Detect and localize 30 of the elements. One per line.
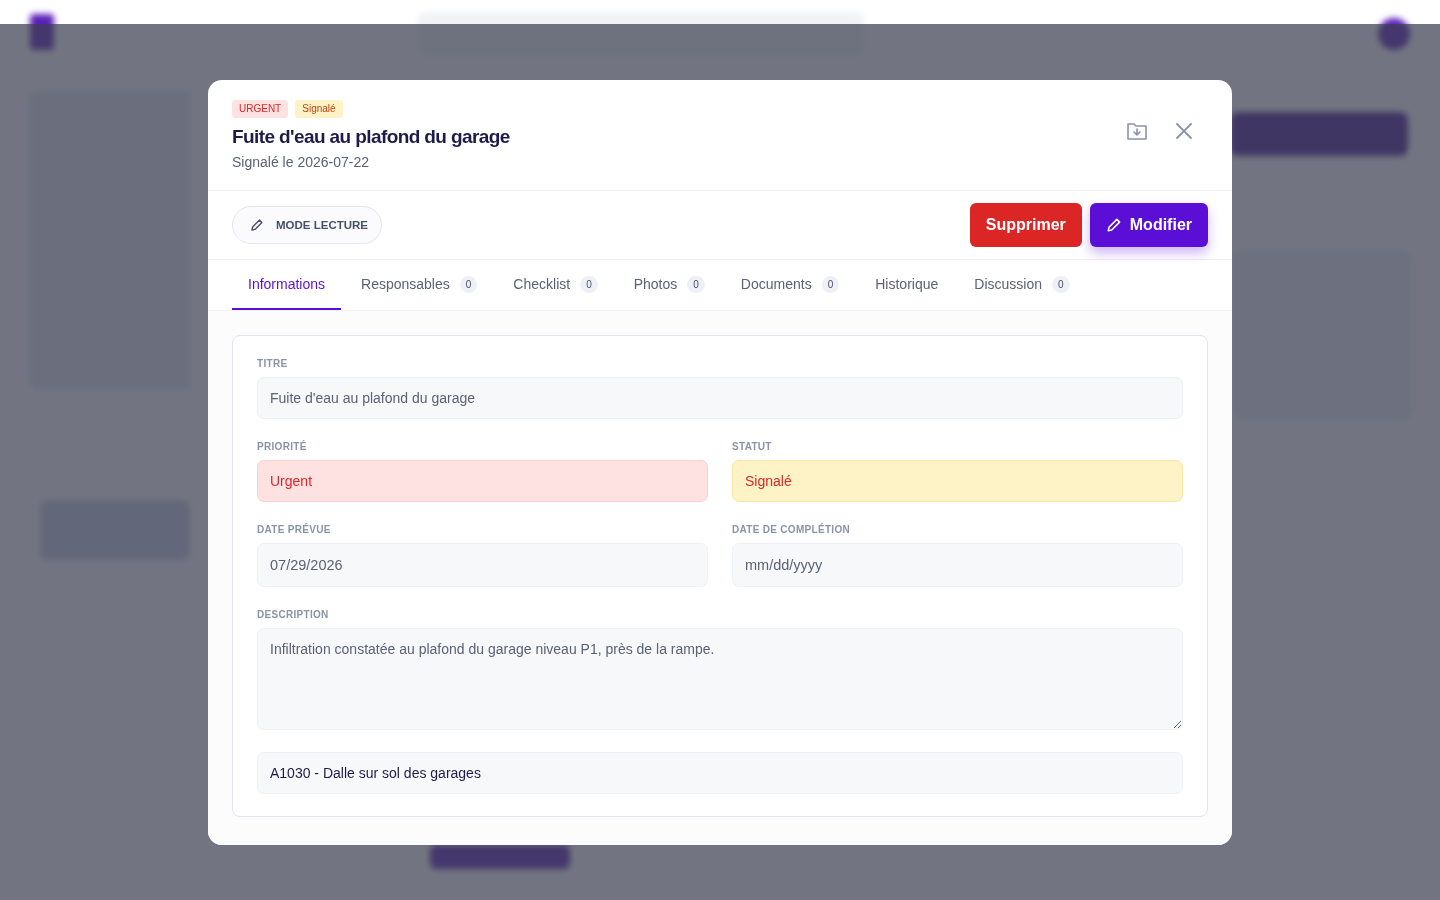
- pencil-icon: [1105, 217, 1122, 233]
- tab[interactable]: Documents 0: [724, 260, 856, 310]
- modal-subtitle: Signalé le 2026-07-22: [232, 154, 370, 170]
- field-label: DESCRIPTION: [257, 609, 330, 620]
- date-field[interactable]: 07/29/2026: [257, 543, 708, 587]
- date-field[interactable]: mm/dd/yyyy: [732, 543, 1183, 587]
- read-mode-button[interactable]: MODE LECTURE: [232, 206, 382, 244]
- field-label: DATE PRÉVUE: [257, 524, 332, 535]
- status-badge: URGENT: [232, 100, 289, 118]
- select-field[interactable]: A1030 - Dalle sur sol des garages: [257, 752, 1183, 794]
- title-field[interactable]: Fuite d'eau au plafond du garage: [257, 377, 1183, 419]
- action-button[interactable]: Supprimer: [969, 203, 1082, 247]
- description-field[interactable]: Infiltration constatée au plafond du garage niveau P1, près de la rampe.: [257, 628, 1183, 730]
- select-field[interactable]: Signalé: [732, 460, 1183, 502]
- select-field[interactable]: Urgent: [257, 460, 708, 502]
- folder-download-icon[interactable]: [1126, 121, 1148, 141]
- field-label: DATE DE COMPLÉTION: [732, 524, 851, 535]
- field-label: TITRE: [257, 358, 289, 369]
- tab[interactable]: Responsables 0: [345, 260, 494, 310]
- tab[interactable]: Photos 0: [617, 260, 721, 310]
- action-button[interactable]: Modifier: [1089, 203, 1208, 247]
- tab[interactable]: Discussion 0: [958, 260, 1086, 310]
- field-label: STATUT: [732, 441, 773, 452]
- pencil-icon: [250, 218, 264, 232]
- field-label: PRIORITÉ: [257, 441, 308, 452]
- close-icon[interactable]: [1176, 123, 1192, 139]
- tab[interactable]: Checklist 0: [497, 260, 614, 310]
- tab[interactable]: Historique: [859, 260, 955, 310]
- modal-title: Fuite d'eau au plafond du garage: [232, 126, 510, 148]
- status-badge: Signalé: [295, 100, 343, 118]
